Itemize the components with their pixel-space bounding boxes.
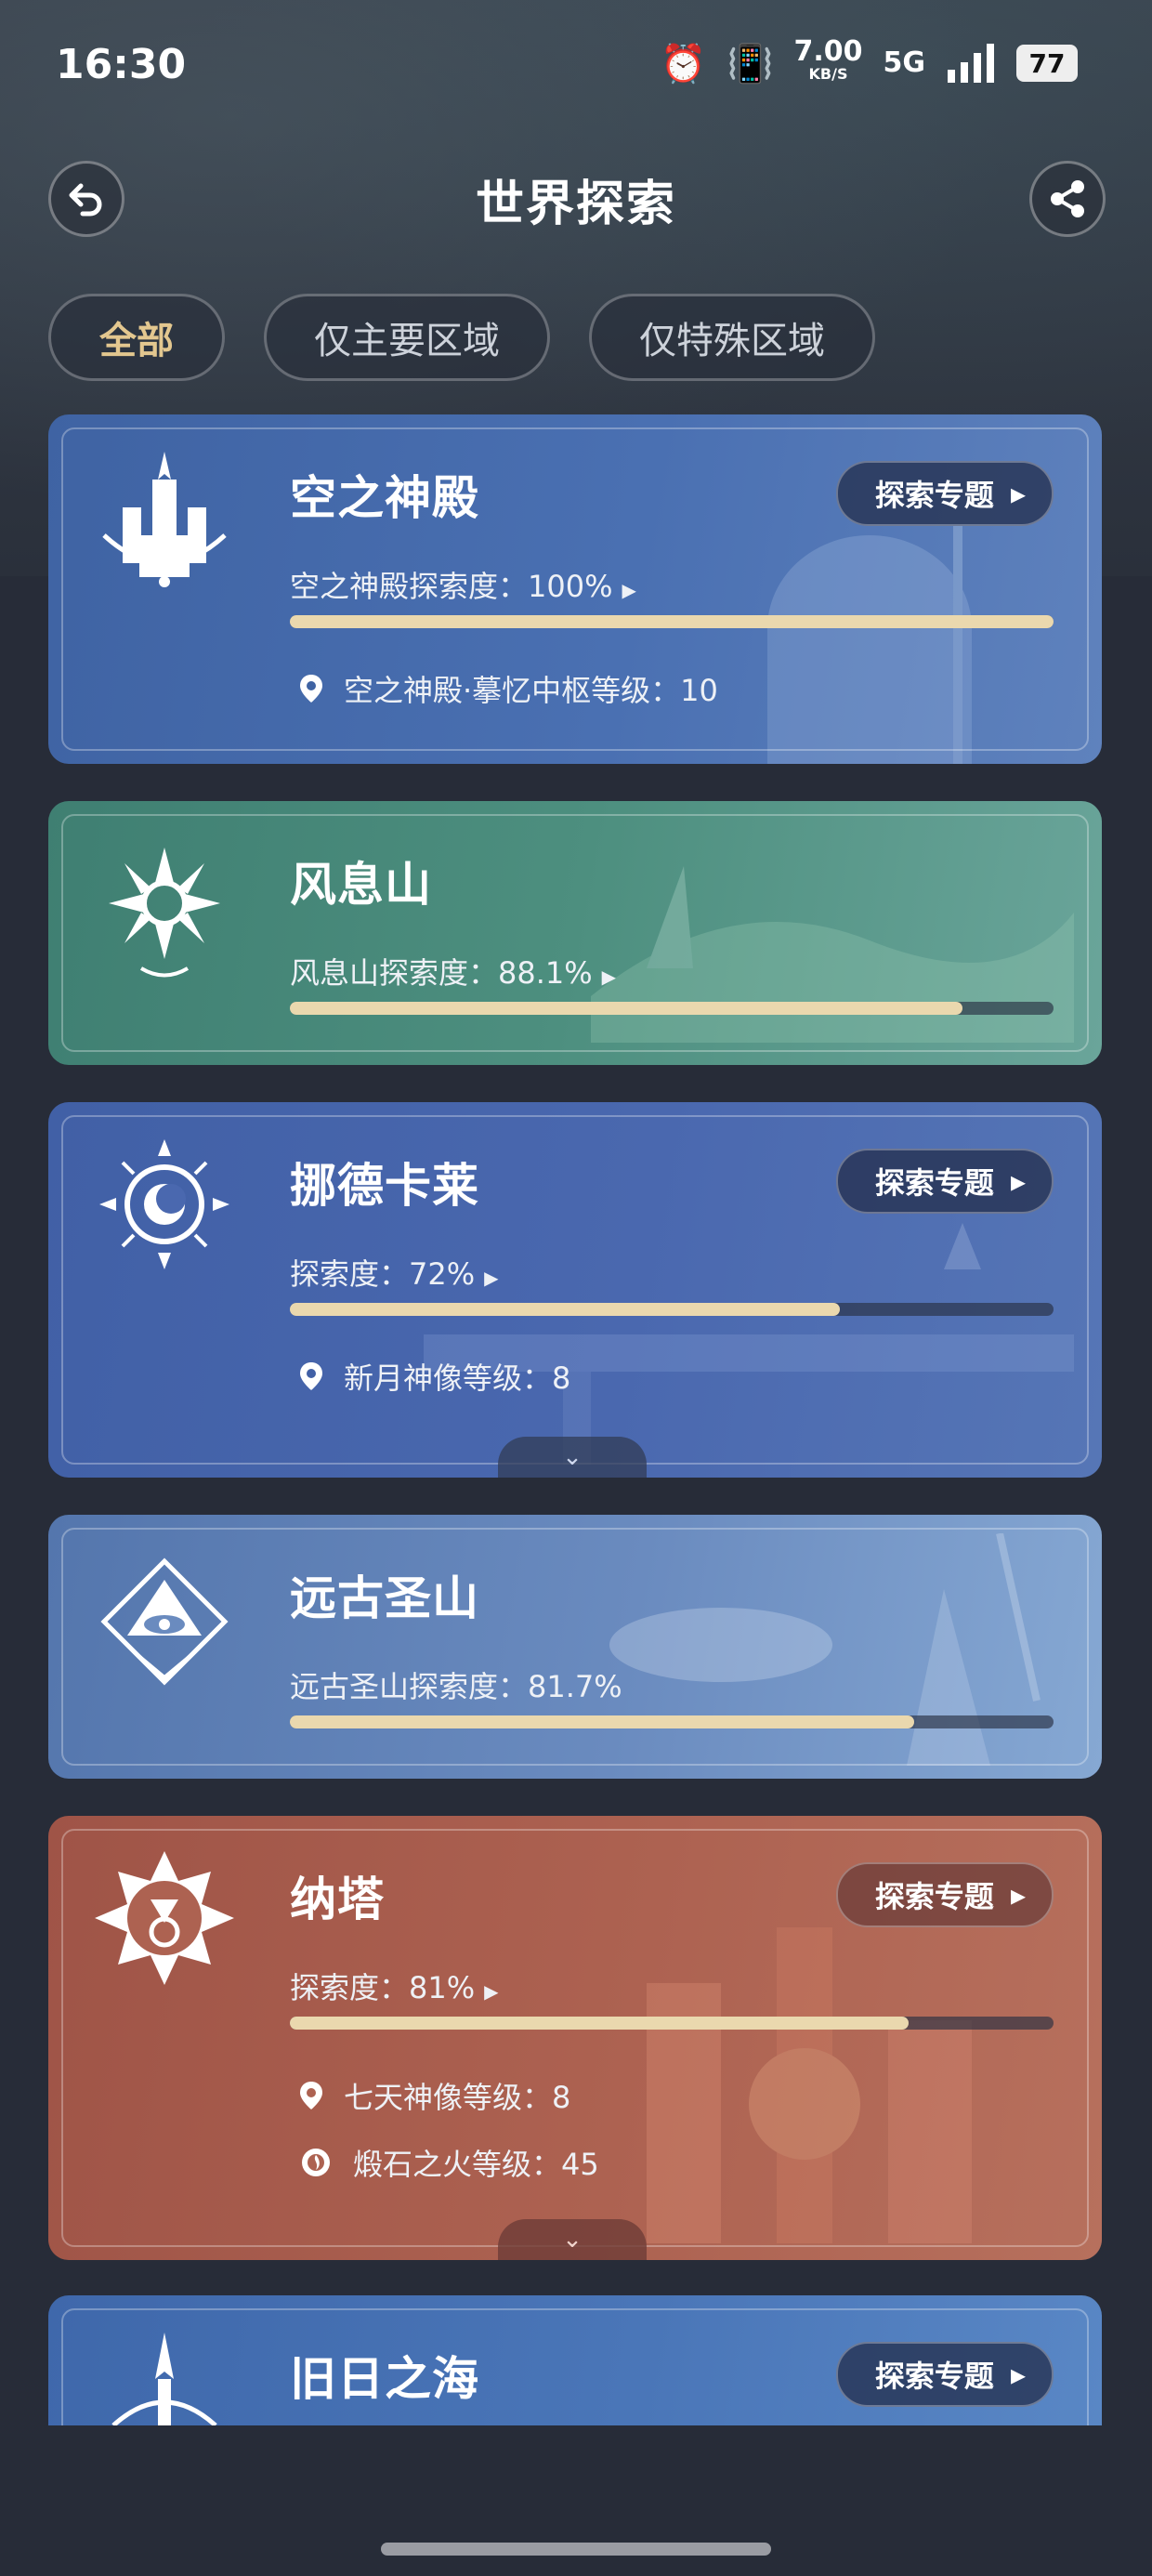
region-card-ancient-mountain[interactable]: 远古圣山 远古圣山探索度：81.7% (48, 1515, 1102, 1779)
progress-label: 探索度：72% ▶ (290, 1256, 499, 1292)
natlan-emblem-icon (95, 1851, 234, 1985)
expand-button[interactable]: ⌄ (498, 2219, 647, 2260)
wind-mountain-emblem-icon (109, 848, 220, 978)
progress-label: 远古圣山探索度：81.7% (290, 1669, 622, 1704)
map-pin-icon (300, 2082, 322, 2109)
sub-level-row: 七天神像等级：8 (299, 2074, 570, 2117)
alarm-icon: ⏰ (660, 42, 707, 85)
filter-tabs: 全部 仅主要区域 仅特殊区域 (48, 294, 875, 381)
vibrate-icon: 📳 (727, 42, 774, 85)
progress-label: 探索度：81% ▶ (290, 1970, 499, 2005)
region-card-natlan[interactable]: 纳塔 探索专题 ▸ 探索度：81% ▶ 七天神像等级：8 煅石之火等级：45 ⌄ (48, 1816, 1102, 2260)
page-header: 世界探索 (0, 153, 1152, 246)
network-type: 5G (883, 46, 926, 79)
status-icons: ⏰ 📳 7.00 KB/S 5G 77 (660, 35, 1078, 85)
signal-icon (948, 44, 994, 83)
progress-label: 风息山探索度：88.1% ▶ (290, 955, 617, 991)
chevron-down-icon: ⌄ (562, 2226, 583, 2254)
region-name: 挪德卡莱 (290, 1159, 479, 1213)
progress-bar (290, 2017, 1054, 2030)
explore-topic-button[interactable]: 探索专题 ▸ (835, 1862, 1054, 1927)
progress-label: 空之神殿探索度：100% ▶ (290, 569, 636, 604)
tab-main-regions[interactable]: 仅主要区域 (264, 294, 550, 381)
caret-right-icon: ▸ (1010, 1877, 1026, 1912)
region-card-sky-temple[interactable]: 空之神殿 探索专题 ▸ 空之神殿探索度：100% ▶ 空之神殿·摹忆中枢等级：10 (48, 414, 1102, 764)
old-sea-emblem-icon (111, 2333, 217, 2425)
region-name: 远古圣山 (290, 1571, 479, 1625)
battery-icon: 77 (1016, 45, 1078, 82)
region-name: 空之神殿 (290, 471, 479, 525)
ancient-mountain-emblem-icon (100, 1557, 229, 1686)
sky-temple-emblem-icon (102, 452, 227, 587)
progress-fill (290, 2017, 909, 2030)
chevron-down-icon: ⌄ (562, 1443, 583, 1471)
region-name: 旧日之海 (290, 2352, 479, 2406)
expand-button[interactable]: ⌄ (498, 1437, 647, 1478)
sub-level-text: 煅石之火等级：45 (353, 2147, 599, 2182)
page-title: 世界探索 (475, 177, 676, 232)
nod-krai-emblem-icon (99, 1139, 229, 1269)
progress-bar (290, 1303, 1054, 1316)
sub-level-text: 新月神像等级：8 (344, 1360, 571, 1396)
caret-right-icon: ▸ (1010, 1163, 1026, 1199)
progress-fill (290, 1715, 914, 1728)
net-speed: 7.00 KB/S (793, 35, 863, 84)
progress-fill (290, 1002, 963, 1015)
sub-level-row: 煅石之火等级：45 (299, 2141, 599, 2184)
sub-level-text: 七天神像等级：8 (344, 2080, 571, 2115)
fire-gear-icon (302, 2149, 330, 2176)
tab-all[interactable]: 全部 (48, 294, 225, 381)
caret-right-icon: ▶ (484, 1980, 499, 2003)
caret-right-icon: ▸ (1010, 2357, 1026, 2392)
explore-topic-button[interactable]: 探索专题 ▸ (835, 2342, 1054, 2407)
explore-topic-button[interactable]: 探索专题 ▸ (835, 1149, 1054, 1214)
progress-fill (290, 615, 1054, 628)
map-pin-icon (300, 1362, 322, 1390)
progress-bar (290, 615, 1054, 628)
caret-right-icon: ▶ (601, 966, 617, 988)
explore-topic-button[interactable]: 探索专题 ▸ (835, 461, 1054, 526)
sub-level-row: 新月神像等级：8 (299, 1355, 570, 1398)
tab-special-regions[interactable]: 仅特殊区域 (589, 294, 875, 381)
share-button[interactable] (1029, 161, 1106, 237)
region-name: 纳塔 (290, 1873, 385, 1926)
progress-fill (290, 1303, 840, 1316)
progress-bar (290, 1002, 1054, 1015)
caret-right-icon: ▶ (484, 1267, 499, 1289)
sub-level-text: 空之神殿·摹忆中枢等级：10 (344, 673, 718, 708)
caret-right-icon: ▸ (1010, 476, 1026, 511)
sub-level-row: 空之神殿·摹忆中枢等级：10 (299, 667, 718, 710)
home-indicator[interactable] (381, 2543, 771, 2556)
status-bar: 16:30 ⏰ 📳 7.00 KB/S 5G 77 (0, 0, 1152, 139)
share-icon (1051, 180, 1084, 217)
region-card-wind-mountain[interactable]: 风息山 风息山探索度：88.1% ▶ (48, 801, 1102, 1065)
region-card-nod-krai[interactable]: 挪德卡莱 探索专题 ▸ 探索度：72% ▶ 新月神像等级：8 ⌄ (48, 1102, 1102, 1478)
caret-right-icon: ▶ (622, 579, 636, 601)
region-name: 风息山 (290, 858, 432, 912)
progress-bar (290, 1715, 1054, 1728)
region-list: 空之神殿 探索专题 ▸ 空之神殿探索度：100% ▶ 空之神殿·摹忆中枢等级：10 … (48, 414, 1102, 2425)
status-time: 16:30 (56, 41, 187, 88)
map-pin-icon (300, 675, 322, 703)
region-card-old-sea[interactable]: 旧日之海 探索专题 ▸ (48, 2295, 1102, 2425)
